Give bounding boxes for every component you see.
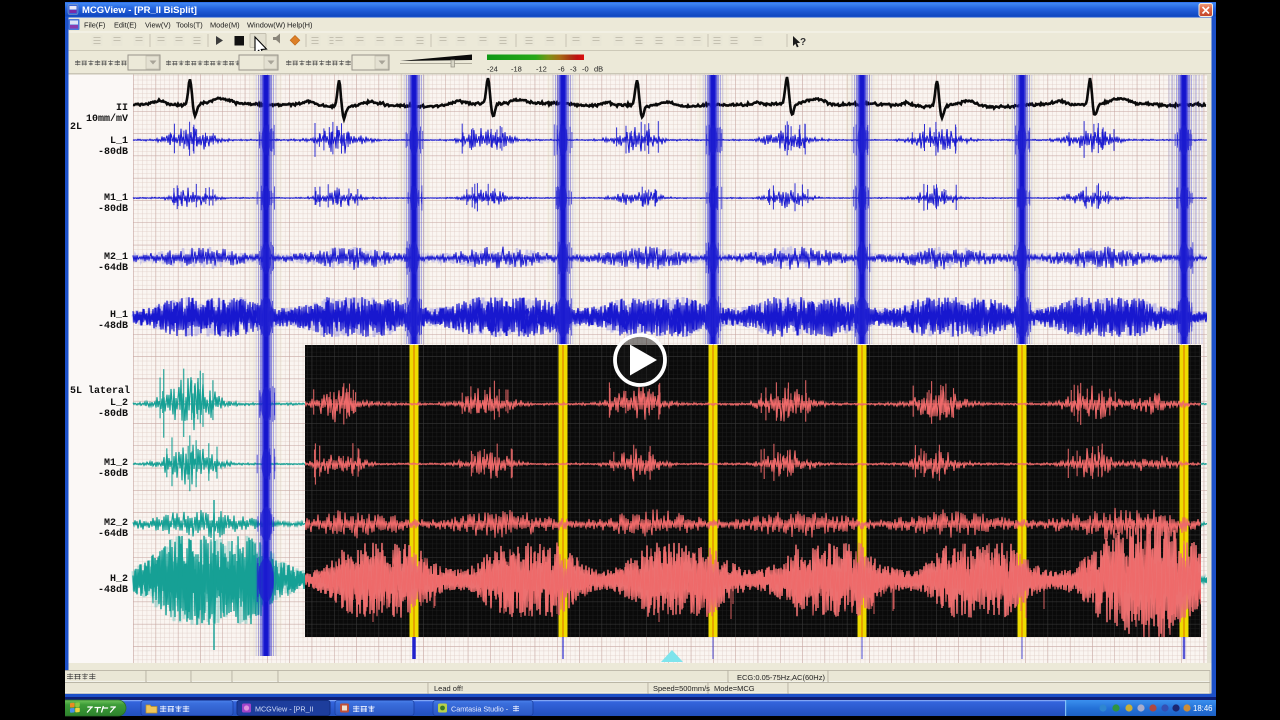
svg-text:18:46: 18:46 [1193,704,1213,713]
svg-text:M2_2: M2_2 [104,518,128,529]
svg-text:Speed=500mm/s: Speed=500mm/s [653,684,710,693]
svg-text:-3: -3 [570,65,577,74]
svg-text:MCGView - [PR_II: MCGView - [PR_II [255,705,314,714]
svg-text:M2_1: M2_1 [104,252,128,263]
svg-text:5L lateral: 5L lateral [70,385,130,397]
svg-text:-12: -12 [536,65,547,74]
svg-text:?: ? [800,37,806,48]
svg-text:L_2: L_2 [110,398,128,409]
svg-text:-24: -24 [487,65,498,74]
svg-text:File(F): File(F) [84,21,105,30]
svg-text:-64dB: -64dB [98,262,128,274]
svg-text:-48dB: -48dB [98,584,128,596]
svg-text:Mode=MCG: Mode=MCG [714,684,755,693]
svg-text:-0: -0 [582,65,589,74]
svg-text:Camtasia Studio -: Camtasia Studio - [451,705,509,714]
svg-text:M1_2: M1_2 [104,458,128,469]
svg-text:Edit(E): Edit(E) [114,21,137,30]
svg-text:MCGView - [PR_II BiSplit]: MCGView - [PR_II BiSplit] [82,5,197,16]
svg-text:10mm/mV: 10mm/mV [86,113,128,125]
svg-text:L_1: L_1 [110,136,128,147]
svg-text:II: II [116,103,128,114]
svg-text:-80dB: -80dB [98,408,128,420]
svg-text:-18: -18 [511,65,522,74]
svg-text:H_1: H_1 [110,310,128,321]
svg-text:2L: 2L [70,122,82,133]
svg-text:-80dB: -80dB [98,203,128,215]
svg-text:Lead off!: Lead off! [434,684,463,693]
svg-text:dB: dB [594,65,603,74]
svg-text:-80dB: -80dB [98,468,128,480]
svg-text:H_2: H_2 [110,574,128,585]
svg-text:-64dB: -64dB [98,528,128,540]
svg-text:Window(W): Window(W) [247,21,285,30]
svg-text:M1_1: M1_1 [104,193,128,204]
svg-text:View(V): View(V) [145,21,171,30]
svg-text:Mode(M): Mode(M) [210,21,240,30]
svg-text:Help(H): Help(H) [287,21,312,30]
svg-text:Tools(T): Tools(T) [176,21,203,30]
svg-text:-6: -6 [558,65,565,74]
svg-text:-80dB: -80dB [98,146,128,158]
svg-text:-48dB: -48dB [98,320,128,332]
svg-text:ECG:0.05-75Hz,AC(60Hz): ECG:0.05-75Hz,AC(60Hz) [737,673,825,682]
